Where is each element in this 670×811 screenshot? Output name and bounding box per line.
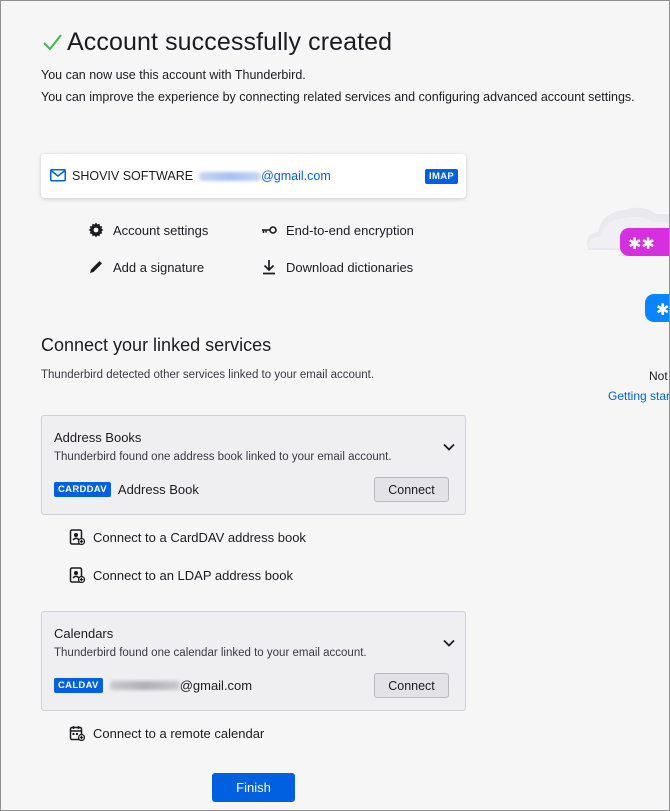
download-dictionaries-label: Download dictionaries bbox=[286, 259, 414, 275]
intro-line-1: You can now use this account with Thunde… bbox=[41, 68, 306, 82]
address-book-name: Address Book bbox=[117, 482, 199, 497]
ldap-connect-link[interactable]: Connect to an LDAP address book bbox=[69, 567, 293, 583]
intro-line-2: You can improve the experience by connec… bbox=[41, 90, 635, 104]
protocol-badge: IMAP bbox=[425, 169, 458, 184]
finish-button[interactable]: Finish bbox=[212, 773, 295, 802]
connect-address-book-button[interactable]: Connect bbox=[374, 477, 449, 502]
download-icon bbox=[263, 260, 275, 275]
carddav-connect-link[interactable]: Connect to a CardDAV address book bbox=[69, 529, 306, 545]
getting-started-link[interactable]: Getting star bbox=[608, 389, 670, 403]
caldav-badge: CALDAV bbox=[54, 678, 103, 693]
calendar-add-icon bbox=[69, 726, 85, 741]
redacted-calendar-email bbox=[109, 681, 180, 690]
side-text-fragment: Not bbox=[649, 369, 668, 383]
calendar-row: CALDAV @gmail.com bbox=[54, 678, 252, 693]
account-settings-label: Account settings bbox=[113, 222, 209, 238]
calendar-email-domain: @gmail.com bbox=[179, 678, 253, 693]
key-icon bbox=[262, 226, 277, 234]
address-books-section: Address Books Thunderbird found one addr… bbox=[41, 415, 466, 515]
connect-calendar-button[interactable]: Connect bbox=[374, 673, 449, 698]
checkmark-icon bbox=[43, 33, 62, 51]
account-card: SHOVIV SOFTWARE @gmail.com IMAP bbox=[41, 154, 466, 198]
pencil-icon bbox=[90, 261, 102, 273]
remote-calendar-label: Connect to a remote calendar bbox=[93, 725, 265, 741]
address-books-title: Address Books bbox=[54, 430, 142, 445]
chevron-down-icon[interactable] bbox=[442, 442, 456, 452]
address-book-row: CARDDAV Address Book bbox=[54, 482, 199, 497]
mail-account-icon bbox=[50, 169, 66, 182]
address-books-desc: Thunderbird found one address book linke… bbox=[54, 451, 392, 463]
success-header: Account successfully created bbox=[41, 28, 392, 57]
account-settings-link[interactable]: Account settings bbox=[88, 222, 208, 238]
page-title: Account successfully created bbox=[67, 28, 393, 56]
decorative-illustration: ✱✱ ✱ bbox=[580, 190, 670, 350]
ldap-connect-label: Connect to an LDAP address book bbox=[93, 567, 293, 583]
calendars-title: Calendars bbox=[54, 626, 114, 641]
address-book-add-icon bbox=[69, 567, 85, 583]
calendars-desc: Thunderbird found one calendar linked to… bbox=[54, 647, 367, 659]
download-dictionaries-link[interactable]: Download dictionaries bbox=[261, 259, 413, 275]
remote-calendar-link[interactable]: Connect to a remote calendar bbox=[69, 725, 264, 741]
e2e-encryption-link[interactable]: End-to-end encryption bbox=[261, 222, 414, 238]
redacted-email bbox=[199, 171, 262, 181]
cloud-and-password-illustration: ✱✱ ✱ bbox=[587, 207, 670, 322]
linked-services-subtitle: Thunderbird detected other services link… bbox=[41, 369, 375, 381]
chevron-down-icon[interactable] bbox=[442, 638, 456, 648]
account-name: SHOVIV SOFTWARE bbox=[72, 169, 194, 183]
account-email-domain: @gmail.com bbox=[261, 169, 331, 183]
linked-services-title: Connect your linked services bbox=[41, 335, 272, 355]
e2e-encryption-label: End-to-end encryption bbox=[286, 222, 414, 238]
calendars-section: Calendars Thunderbird found one calendar… bbox=[41, 611, 466, 711]
add-signature-label: Add a signature bbox=[113, 259, 205, 275]
add-signature-link[interactable]: Add a signature bbox=[88, 259, 204, 275]
address-book-add-icon bbox=[69, 529, 85, 545]
carddav-connect-label: Connect to a CardDAV address book bbox=[93, 529, 306, 545]
svg-text:✱: ✱ bbox=[656, 300, 669, 319]
gear-icon bbox=[88, 222, 104, 238]
svg-text:✱✱: ✱✱ bbox=[628, 234, 655, 253]
carddav-badge: CARDDAV bbox=[54, 482, 111, 497]
